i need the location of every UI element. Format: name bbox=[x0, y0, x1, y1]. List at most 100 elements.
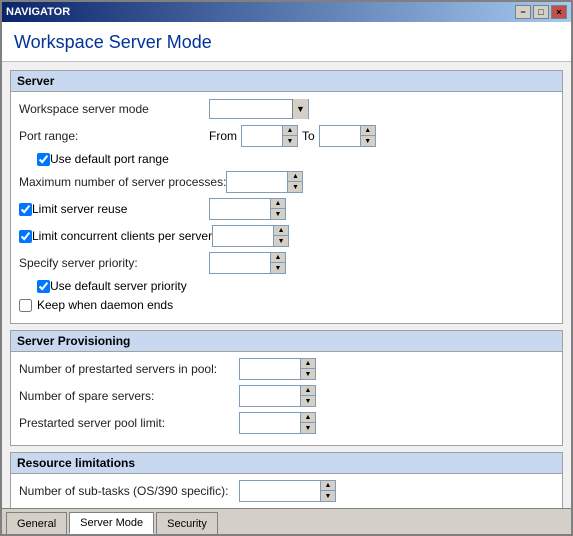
limit-server-reuse-down-btn[interactable]: ▼ bbox=[271, 209, 285, 219]
prestarted-pool-limit-row: Prestarted server pool limit: 0 ▲ ▼ bbox=[19, 412, 554, 434]
prestarted-pool-limit-label: Prestarted server pool limit: bbox=[19, 416, 239, 430]
limit-concurrent-clients-spinner: 0 ▲ ▼ bbox=[212, 225, 289, 247]
port-to-up-btn[interactable]: ▲ bbox=[361, 126, 375, 136]
port-from-up-btn[interactable]: ▲ bbox=[283, 126, 297, 136]
max-server-processes-up-btn[interactable]: ▲ bbox=[288, 172, 302, 182]
close-button[interactable]: × bbox=[551, 5, 567, 19]
main-window: NAVIGATOR − □ × Workspace Server Mode Se… bbox=[0, 0, 573, 536]
workspace-server-mode-row: Workspace server mode ▼ bbox=[19, 98, 554, 120]
workspace-server-mode-input[interactable] bbox=[210, 100, 292, 118]
port-to-input[interactable]: 0 bbox=[320, 126, 360, 146]
port-to-down-btn[interactable]: ▼ bbox=[361, 136, 375, 146]
port-to-spinner-btns: ▲ ▼ bbox=[360, 126, 375, 146]
tab-security[interactable]: Security bbox=[156, 512, 218, 534]
subtasks-input[interactable]: 0 bbox=[240, 481, 320, 501]
prestarted-servers-spinner-btns: ▲ ▼ bbox=[300, 359, 315, 379]
port-from-spinner: 0 ▲ ▼ bbox=[241, 125, 298, 147]
resource-limitations-header: Resource limitations bbox=[11, 453, 562, 474]
keep-when-daemon-ends-label: Keep when daemon ends bbox=[37, 298, 173, 312]
use-default-port-range-label: Use default port range bbox=[50, 152, 169, 166]
limit-concurrent-clients-input[interactable]: 0 bbox=[213, 226, 273, 246]
use-default-port-range-row: Use default port range bbox=[37, 152, 554, 166]
prestarted-servers-down-btn[interactable]: ▼ bbox=[301, 369, 315, 379]
restore-button[interactable]: □ bbox=[533, 5, 549, 19]
use-default-server-priority-checkbox[interactable] bbox=[37, 280, 50, 293]
limit-server-reuse-checkbox[interactable] bbox=[19, 203, 32, 216]
server-provisioning-header: Server Provisioning bbox=[11, 331, 562, 352]
limit-server-reuse-up-btn[interactable]: ▲ bbox=[271, 199, 285, 209]
prestarted-pool-limit-input[interactable]: 0 bbox=[240, 413, 300, 433]
limit-server-reuse-spinner: 50 ▲ ▼ bbox=[209, 198, 286, 220]
spare-servers-down-btn[interactable]: ▼ bbox=[301, 396, 315, 406]
server-section-header: Server bbox=[11, 71, 562, 92]
specify-server-priority-spinner-btns: ▲ ▼ bbox=[270, 253, 285, 273]
use-default-port-range-checkbox[interactable] bbox=[37, 153, 50, 166]
prestarted-servers-spinner: 0 ▲ ▼ bbox=[239, 358, 316, 380]
server-provisioning-section: Server Provisioning Number of prestarted… bbox=[10, 330, 563, 446]
workspace-server-mode-dropdown[interactable]: ▼ bbox=[209, 99, 309, 119]
server-provisioning-body: Number of prestarted servers in pool: 0 … bbox=[11, 352, 562, 445]
tab-server-mode[interactable]: Server Mode bbox=[69, 512, 154, 534]
subtasks-spinner-btns: ▲ ▼ bbox=[320, 481, 335, 501]
max-server-processes-spinner-btns: ▲ ▼ bbox=[287, 172, 302, 192]
subtasks-spinner: 0 ▲ ▼ bbox=[239, 480, 336, 502]
page-title: Workspace Server Mode bbox=[2, 22, 571, 62]
spare-servers-spinner: 0 ▲ ▼ bbox=[239, 385, 316, 407]
limit-server-reuse-spinner-btns: ▲ ▼ bbox=[270, 199, 285, 219]
specify-server-priority-input[interactable]: 0 bbox=[210, 253, 270, 273]
port-range-row: Port range: From 0 ▲ ▼ To bbox=[19, 125, 554, 147]
subtasks-up-btn[interactable]: ▲ bbox=[321, 481, 335, 491]
prestarted-servers-input[interactable]: 0 bbox=[240, 359, 300, 379]
prestarted-pool-limit-spinner: 0 ▲ ▼ bbox=[239, 412, 316, 434]
max-server-processes-label: Maximum number of server processes: bbox=[19, 175, 226, 189]
port-to-spinner: 0 ▲ ▼ bbox=[319, 125, 376, 147]
port-from-label: From bbox=[209, 129, 237, 143]
specify-server-priority-down-btn[interactable]: ▼ bbox=[271, 263, 285, 273]
port-to-label: To bbox=[302, 129, 315, 143]
prestarted-pool-limit-up-btn[interactable]: ▲ bbox=[301, 413, 315, 423]
prestarted-pool-limit-spinner-btns: ▲ ▼ bbox=[300, 413, 315, 433]
max-server-processes-row: Maximum number of server processes: 0 ▲ … bbox=[19, 171, 554, 193]
resource-limitations-section: Resource limitations Number of sub-tasks… bbox=[10, 452, 563, 508]
minimize-button[interactable]: − bbox=[515, 5, 531, 19]
port-range-controls: From 0 ▲ ▼ To 0 bbox=[209, 125, 376, 147]
specify-server-priority-up-btn[interactable]: ▲ bbox=[271, 253, 285, 263]
tab-general[interactable]: General bbox=[6, 512, 67, 534]
workspace-server-mode-label: Workspace server mode bbox=[19, 102, 209, 116]
prestarted-servers-up-btn[interactable]: ▲ bbox=[301, 359, 315, 369]
title-bar: NAVIGATOR − □ × bbox=[2, 2, 571, 22]
spare-servers-input[interactable]: 0 bbox=[240, 386, 300, 406]
limit-concurrent-clients-spinner-btns: ▲ ▼ bbox=[273, 226, 288, 246]
prestarted-servers-row: Number of prestarted servers in pool: 0 … bbox=[19, 358, 554, 380]
workspace-server-mode-arrow[interactable]: ▼ bbox=[292, 99, 308, 119]
subtasks-down-btn[interactable]: ▼ bbox=[321, 491, 335, 501]
port-range-label: Port range: bbox=[19, 129, 209, 143]
port-from-down-btn[interactable]: ▼ bbox=[283, 136, 297, 146]
keep-when-daemon-ends-checkbox[interactable] bbox=[19, 299, 32, 312]
max-server-processes-spinner: 0 ▲ ▼ bbox=[226, 171, 303, 193]
server-section: Server Workspace server mode ▼ Port rang… bbox=[10, 70, 563, 324]
specify-server-priority-row: Specify server priority: 0 ▲ ▼ bbox=[19, 252, 554, 274]
use-default-server-priority-row: Use default server priority bbox=[37, 279, 554, 293]
limit-concurrent-clients-checkbox[interactable] bbox=[19, 230, 32, 243]
max-server-processes-input[interactable]: 0 bbox=[227, 172, 287, 192]
limit-server-reuse-row: Limit server reuse 50 ▲ ▼ bbox=[19, 198, 554, 220]
spare-servers-row: Number of spare servers: 0 ▲ ▼ bbox=[19, 385, 554, 407]
main-content: Server Workspace server mode ▼ Port rang… bbox=[2, 62, 571, 508]
limit-concurrent-clients-down-btn[interactable]: ▼ bbox=[274, 236, 288, 246]
resource-limitations-body: Number of sub-tasks (OS/390 specific): 0… bbox=[11, 474, 562, 508]
spare-servers-spinner-btns: ▲ ▼ bbox=[300, 386, 315, 406]
max-server-processes-down-btn[interactable]: ▼ bbox=[288, 182, 302, 192]
specify-server-priority-spinner: 0 ▲ ▼ bbox=[209, 252, 286, 274]
prestarted-pool-limit-down-btn[interactable]: ▼ bbox=[301, 423, 315, 433]
subtasks-label: Number of sub-tasks (OS/390 specific): bbox=[19, 484, 239, 498]
limit-server-reuse-input[interactable]: 50 bbox=[210, 199, 270, 219]
port-from-spinner-btns: ▲ ▼ bbox=[282, 126, 297, 146]
limit-concurrent-clients-row: Limit concurrent clients per server 0 ▲ … bbox=[19, 225, 554, 247]
spare-servers-up-btn[interactable]: ▲ bbox=[301, 386, 315, 396]
limit-concurrent-clients-label: Limit concurrent clients per server bbox=[32, 229, 212, 243]
limit-concurrent-clients-up-btn[interactable]: ▲ bbox=[274, 226, 288, 236]
tabs-bar: General Server Mode Security bbox=[2, 508, 571, 534]
title-bar-buttons: − □ × bbox=[515, 5, 567, 19]
port-from-input[interactable]: 0 bbox=[242, 126, 282, 146]
